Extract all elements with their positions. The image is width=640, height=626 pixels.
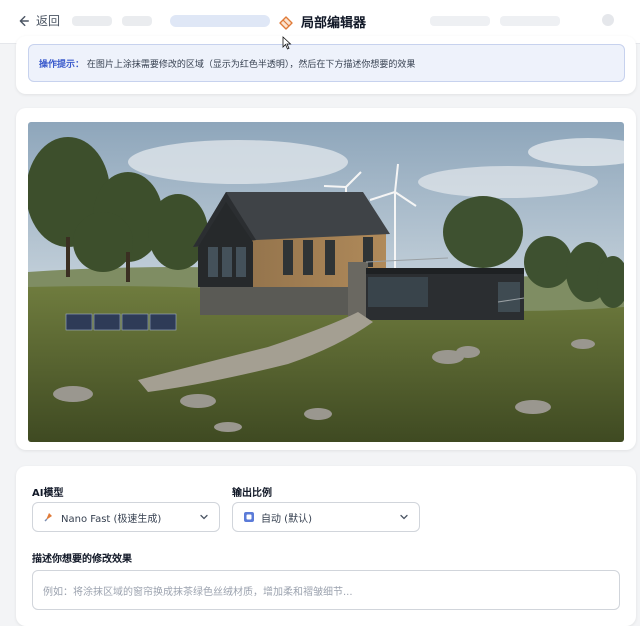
rocket-icon bbox=[44, 513, 52, 522]
ratio-icon bbox=[244, 512, 254, 522]
ratio-label: 输出比例 bbox=[232, 488, 272, 499]
describe-placeholder: 例如：将涂抹区域的窗帘换成抹茶绿色丝绒材质，增加柔和褶皱细节... bbox=[43, 587, 353, 598]
tip-text: 在图片上涂抹需要修改的区域（显示为红色半透明），然后在下方描述你想要的效果 bbox=[86, 60, 416, 70]
house-render-image bbox=[28, 122, 624, 442]
back-button[interactable]: 返回 bbox=[16, 12, 60, 29]
form-card: AI模型 Nano Fast (极速生成) 输出比例 自动 (默认) 描述你想要… bbox=[16, 466, 636, 626]
tip-card: 操作提示： 在图片上涂抹需要修改的区域（显示为红色半透明），然后在下方描述你想要… bbox=[16, 36, 636, 94]
describe-label: 描述你想要的修改效果 bbox=[32, 554, 132, 565]
ratio-select[interactable]: 自动 (默认) bbox=[232, 502, 420, 532]
page-title: 局部编辑器 bbox=[278, 12, 366, 31]
chevron-down-icon bbox=[400, 514, 408, 520]
blurred-breadcrumb bbox=[170, 15, 270, 27]
blurred-breadcrumb bbox=[72, 16, 112, 26]
eraser-icon bbox=[279, 15, 293, 30]
tip-label: 操作提示： bbox=[39, 60, 85, 70]
back-label: 返回 bbox=[36, 14, 61, 28]
model-select[interactable]: Nano Fast (极速生成) bbox=[32, 502, 220, 532]
operation-tip: 操作提示： 在图片上涂抹需要修改的区域（显示为红色半透明），然后在下方描述你想要… bbox=[28, 44, 625, 82]
describe-textarea[interactable]: 例如：将涂抹区域的窗帘换成抹茶绿色丝绒材质，增加柔和褶皱细节... bbox=[32, 570, 620, 610]
blurred-nav-item bbox=[430, 16, 490, 26]
blurred-nav-item bbox=[500, 16, 560, 26]
image-card bbox=[16, 108, 636, 450]
page-title-text: 局部编辑器 bbox=[301, 16, 367, 31]
blurred-breadcrumb bbox=[122, 16, 152, 26]
chevron-down-icon bbox=[200, 514, 208, 520]
edit-canvas[interactable] bbox=[28, 122, 624, 442]
ratio-select-value: 自动 (默认) bbox=[261, 513, 312, 525]
mouse-cursor-icon bbox=[282, 36, 292, 50]
model-label: AI模型 bbox=[32, 488, 64, 499]
model-select-value: Nano Fast (极速生成) bbox=[61, 513, 162, 525]
arrow-left-icon bbox=[19, 15, 29, 26]
blurred-avatar bbox=[602, 14, 614, 26]
